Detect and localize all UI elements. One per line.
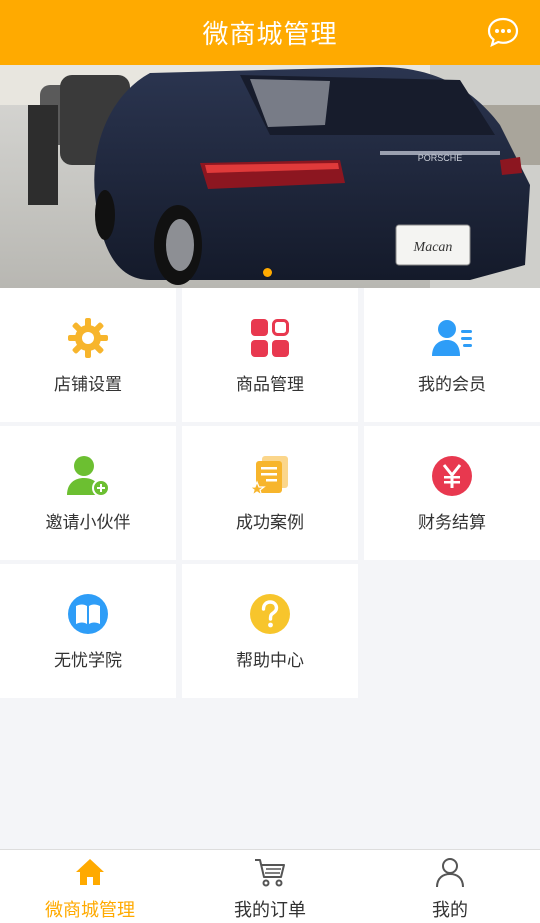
app-header: 微商城管理 xyxy=(0,0,540,65)
plate-text: Macan xyxy=(413,240,453,255)
menu-label: 店铺设置 xyxy=(54,375,122,395)
tab-label: 微商城管理 xyxy=(45,900,135,921)
carousel-dot[interactable] xyxy=(263,268,272,277)
user-icon xyxy=(436,858,464,888)
yen-icon xyxy=(432,456,472,496)
banner-car-photo: Macan PORSCHE xyxy=(0,65,540,288)
grid-icon xyxy=(251,319,289,357)
menu-item-academy[interactable]: 无忧学院 xyxy=(0,564,176,698)
banner-carousel[interactable]: Macan PORSCHE xyxy=(0,65,540,288)
menu-item-product-management[interactable]: 商品管理 xyxy=(182,288,358,422)
tab-label: 我的 xyxy=(432,900,468,921)
gear-icon xyxy=(68,318,108,358)
menu-item-help-center[interactable]: 帮助中心 xyxy=(182,564,358,698)
brand-text: PORSCHE xyxy=(418,153,463,163)
member-icon xyxy=(432,320,472,356)
tab-me[interactable]: 我的 xyxy=(360,850,540,923)
menu-item-store-settings[interactable]: 店铺设置 xyxy=(0,288,176,422)
menu-label: 财务结算 xyxy=(418,513,486,533)
tab-my-orders[interactable]: 我的订单 xyxy=(180,850,360,923)
menu-item-my-members[interactable]: 我的会员 xyxy=(364,288,540,422)
menu-label: 我的会员 xyxy=(418,375,486,395)
add-user-icon xyxy=(67,456,110,497)
case-icon xyxy=(248,456,288,497)
menu-label: 商品管理 xyxy=(236,375,304,395)
menu-item-invite-partners[interactable]: 邀请小伙伴 xyxy=(0,426,176,560)
cart-icon xyxy=(255,859,285,887)
menu-label: 成功案例 xyxy=(236,513,304,533)
help-icon xyxy=(250,594,290,634)
tab-mall-management[interactable]: 微商城管理 xyxy=(0,850,180,923)
book-icon xyxy=(68,594,108,634)
menu-item-finance-settlement[interactable]: 财务结算 xyxy=(364,426,540,560)
page-title: 微商城管理 xyxy=(202,20,338,50)
chat-bubble-icon[interactable] xyxy=(486,15,520,49)
menu-label: 无忧学院 xyxy=(54,651,122,671)
menu-label: 邀请小伙伴 xyxy=(45,513,131,533)
tab-label: 我的订单 xyxy=(234,900,306,921)
home-icon xyxy=(76,859,104,885)
bottom-tab-bar: 微商城管理 我的订单 我的 xyxy=(0,849,540,923)
menu-item-success-cases[interactable]: 成功案例 xyxy=(182,426,358,560)
menu-label: 帮助中心 xyxy=(236,651,304,671)
